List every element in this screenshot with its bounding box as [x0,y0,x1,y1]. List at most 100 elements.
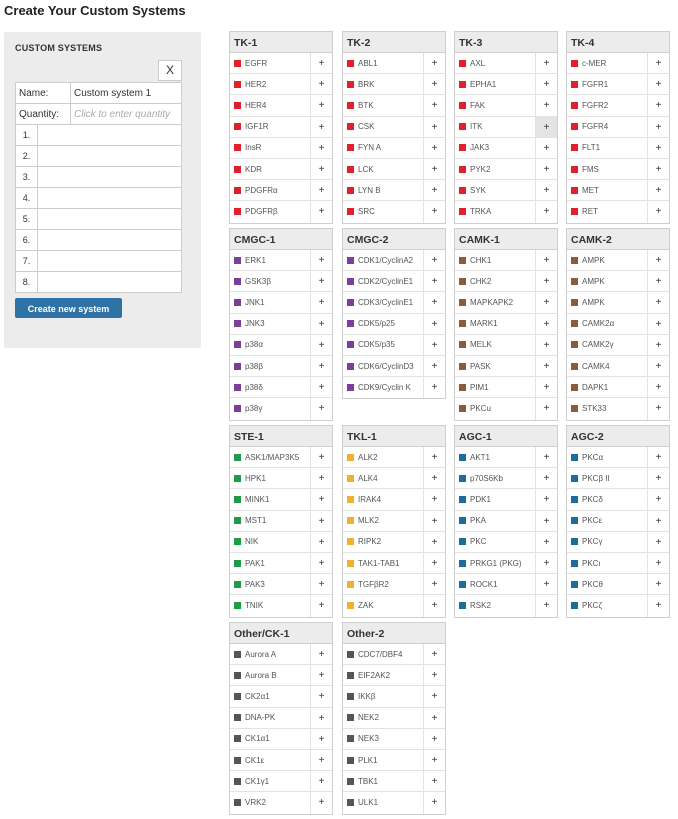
add-kinase-button[interactable]: + [535,158,557,180]
add-kinase-button[interactable]: + [310,489,332,510]
add-kinase-button[interactable]: + [310,95,332,116]
add-kinase-button[interactable]: + [310,74,332,95]
add-kinase-button[interactable]: + [310,468,332,489]
close-button[interactable]: X [158,60,182,81]
add-kinase-button[interactable]: + [423,574,445,595]
add-kinase-button[interactable]: + [423,749,445,771]
add-kinase-button[interactable]: + [535,489,557,510]
add-kinase-button[interactable]: + [423,355,445,377]
add-kinase-button[interactable]: + [647,250,669,271]
add-kinase-button[interactable]: + [310,574,332,595]
add-kinase-button[interactable]: + [310,116,332,137]
add-kinase-button[interactable]: + [423,552,445,574]
add-kinase-button[interactable]: + [423,792,445,814]
add-kinase-button[interactable]: + [423,250,445,271]
add-kinase-button[interactable]: + [535,510,557,531]
add-kinase-button[interactable]: + [535,313,557,334]
add-kinase-button[interactable]: + [647,53,669,74]
add-kinase-button[interactable]: + [310,552,332,574]
add-kinase-button[interactable]: + [647,595,669,617]
add-kinase-button[interactable]: + [535,574,557,595]
add-kinase-button[interactable]: + [535,334,557,355]
add-kinase-button[interactable]: + [647,334,669,355]
add-kinase-button[interactable]: + [423,313,445,334]
add-kinase-button[interactable]: + [310,792,332,814]
add-kinase-button[interactable]: + [423,180,445,201]
add-kinase-button[interactable]: + [535,468,557,489]
slot-cell[interactable] [37,208,182,230]
slot-cell[interactable] [37,250,182,272]
add-kinase-button[interactable]: + [535,271,557,292]
add-kinase-button[interactable]: + [535,355,557,377]
add-kinase-button[interactable]: + [310,644,332,665]
add-kinase-button[interactable]: + [647,447,669,468]
add-kinase-button[interactable]: + [647,489,669,510]
add-kinase-button[interactable]: + [647,116,669,137]
add-kinase-button[interactable]: + [535,398,557,420]
add-kinase-button[interactable]: + [310,271,332,292]
add-kinase-button[interactable]: + [310,292,332,313]
add-kinase-button[interactable]: + [647,574,669,595]
add-kinase-button[interactable]: + [647,180,669,201]
add-kinase-button[interactable]: + [647,313,669,334]
add-kinase-button[interactable]: + [535,447,557,468]
add-kinase-button[interactable]: + [647,158,669,180]
add-kinase-button[interactable]: + [310,749,332,771]
create-system-button[interactable]: Create new system [15,298,122,318]
add-kinase-button[interactable]: + [647,531,669,552]
add-kinase-button[interactable]: + [310,686,332,707]
add-kinase-button[interactable]: + [647,74,669,95]
add-kinase-button[interactable]: + [423,201,445,223]
add-kinase-button[interactable]: + [423,271,445,292]
slot-cell[interactable] [37,166,182,188]
add-kinase-button[interactable]: + [535,531,557,552]
add-kinase-button[interactable]: + [423,447,445,468]
add-kinase-button[interactable]: + [423,728,445,749]
add-kinase-button[interactable]: + [423,292,445,313]
add-kinase-button[interactable]: + [423,644,445,665]
add-kinase-button[interactable]: + [535,95,557,116]
add-kinase-button[interactable]: + [423,686,445,707]
add-kinase-button[interactable]: + [647,377,669,398]
add-kinase-button[interactable]: + [423,531,445,552]
add-kinase-button[interactable]: + [535,74,557,95]
quantity-input[interactable] [74,108,178,120]
add-kinase-button[interactable]: + [535,292,557,313]
add-kinase-button[interactable]: + [535,180,557,201]
add-kinase-button[interactable]: + [535,377,557,398]
add-kinase-button[interactable]: + [310,355,332,377]
add-kinase-button[interactable]: + [310,137,332,158]
add-kinase-button[interactable]: + [535,552,557,574]
add-kinase-button[interactable]: + [423,771,445,792]
add-kinase-button[interactable]: + [535,250,557,271]
add-kinase-button[interactable]: + [310,595,332,617]
slot-cell[interactable] [37,229,182,251]
add-kinase-button[interactable]: + [423,510,445,531]
add-kinase-button[interactable]: + [310,447,332,468]
add-kinase-button[interactable]: + [423,468,445,489]
add-kinase-button[interactable]: + [535,595,557,617]
add-kinase-button[interactable]: + [310,771,332,792]
add-kinase-button[interactable]: + [310,531,332,552]
add-kinase-button[interactable]: + [310,707,332,728]
add-kinase-button[interactable]: + [310,313,332,334]
add-kinase-button[interactable]: + [647,95,669,116]
add-kinase-button[interactable]: + [423,95,445,116]
add-kinase-button[interactable]: + [647,292,669,313]
add-kinase-button[interactable]: + [310,201,332,223]
add-kinase-button[interactable]: + [647,201,669,223]
add-kinase-button[interactable]: + [310,53,332,74]
add-kinase-button[interactable]: + [423,707,445,728]
add-kinase-button[interactable]: + [535,201,557,223]
add-kinase-button[interactable]: + [423,53,445,74]
slot-cell[interactable] [37,187,182,209]
add-kinase-button[interactable]: + [423,74,445,95]
name-input[interactable] [74,87,178,99]
add-kinase-button[interactable]: + [310,728,332,749]
add-kinase-button[interactable]: + [535,53,557,74]
slot-cell[interactable] [37,271,182,293]
add-kinase-button[interactable]: + [423,377,445,399]
add-kinase-button[interactable]: + [310,377,332,398]
add-kinase-button[interactable]: + [535,116,557,137]
add-kinase-button[interactable]: + [310,665,332,686]
